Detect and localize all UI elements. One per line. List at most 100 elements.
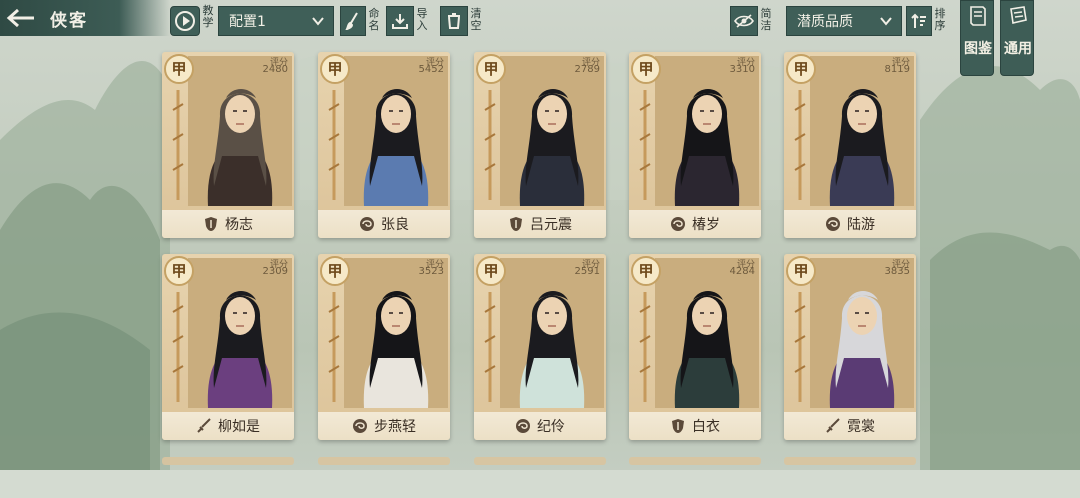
swirl-icon bbox=[516, 419, 530, 433]
next-row-peek bbox=[318, 457, 450, 465]
general-label: 通用 bbox=[1004, 41, 1032, 57]
name-bar: 张良 bbox=[318, 210, 450, 238]
rank-badge: 甲 bbox=[786, 54, 816, 84]
character-portrait bbox=[810, 56, 914, 206]
clear-label: 清空 bbox=[470, 7, 482, 32]
sort-button[interactable] bbox=[906, 6, 932, 36]
name-bar: 杨志 bbox=[162, 210, 294, 238]
general-button[interactable]: 通用 bbox=[1000, 0, 1034, 76]
character-card[interactable]: 甲 评分 3310 椿岁 bbox=[629, 52, 761, 238]
top-bar: 侠客 教学 配置1 命名 导入 清空 简洁 潜质品质 排序 图鉴 通用 bbox=[0, 0, 1080, 76]
character-name: 步燕轻 bbox=[374, 419, 416, 435]
score-value: 4284 bbox=[729, 266, 755, 277]
level-stripe bbox=[639, 292, 651, 402]
simple-label: 简洁 bbox=[760, 7, 772, 32]
next-row-peek bbox=[162, 457, 294, 465]
level-stripe bbox=[794, 292, 806, 402]
download-icon bbox=[392, 14, 408, 29]
character-portrait bbox=[655, 56, 759, 206]
level-stripe bbox=[484, 292, 496, 402]
score-value: 3835 bbox=[884, 266, 910, 277]
swirl-icon bbox=[671, 217, 685, 231]
rank-badge: 甲 bbox=[320, 54, 350, 84]
score-value: 2789 bbox=[574, 64, 600, 75]
quality-value: 潜质品质 bbox=[797, 14, 853, 30]
sword-icon bbox=[826, 418, 840, 433]
name-bar: 陆游 bbox=[784, 210, 916, 238]
character-portrait bbox=[344, 258, 448, 408]
score-value: 2591 bbox=[574, 266, 600, 277]
chevron-down-icon bbox=[312, 17, 324, 26]
book-icon bbox=[970, 6, 986, 26]
character-name: 杨志 bbox=[225, 217, 253, 233]
import-label: 导入 bbox=[416, 7, 428, 32]
shield-icon bbox=[205, 217, 217, 231]
next-row-peek bbox=[629, 457, 761, 465]
config-select[interactable]: 配置1 bbox=[218, 6, 334, 36]
level-stripe bbox=[639, 90, 651, 200]
play-icon bbox=[175, 11, 195, 31]
scroll-icon bbox=[1010, 6, 1027, 24]
eye-off-icon bbox=[734, 14, 754, 28]
sort-label: 排序 bbox=[934, 7, 946, 32]
rank-badge: 甲 bbox=[631, 256, 661, 286]
character-card[interactable]: 甲 评分 5452 张良 bbox=[318, 52, 450, 238]
back-arrow-icon bbox=[0, 3, 42, 33]
score-value: 8119 bbox=[884, 64, 910, 75]
name-bar: 步燕轻 bbox=[318, 412, 450, 440]
character-card[interactable]: 甲 评分 2591 纪伶 bbox=[474, 254, 606, 440]
simple-view-button[interactable] bbox=[730, 6, 758, 36]
level-stripe bbox=[172, 292, 184, 402]
score-value: 3310 bbox=[729, 64, 755, 75]
character-name: 柳如是 bbox=[218, 419, 260, 435]
swirl-icon bbox=[360, 217, 374, 231]
back-button[interactable]: 侠客 bbox=[0, 0, 170, 36]
name-bar: 纪伶 bbox=[474, 412, 606, 440]
gallery-button[interactable]: 图鉴 bbox=[960, 0, 994, 76]
character-card[interactable]: 甲 评分 2789 吕元震 bbox=[474, 52, 606, 238]
trash-icon bbox=[448, 13, 460, 29]
rank-badge: 甲 bbox=[631, 54, 661, 84]
character-card[interactable]: 甲 评分 8119 陆游 bbox=[784, 52, 916, 238]
level-stripe bbox=[794, 90, 806, 200]
rank-badge: 甲 bbox=[786, 256, 816, 286]
rank-badge: 甲 bbox=[164, 256, 194, 286]
tutorial-button[interactable] bbox=[170, 6, 200, 36]
quality-select[interactable]: 潜质品质 bbox=[786, 6, 902, 36]
rank-badge: 甲 bbox=[164, 54, 194, 84]
swirl-icon bbox=[826, 217, 840, 231]
level-stripe bbox=[484, 90, 496, 200]
character-card[interactable]: 甲 评分 3835 霓裳 bbox=[784, 254, 916, 440]
character-name: 吕元震 bbox=[530, 217, 572, 233]
score-value: 3523 bbox=[418, 266, 444, 277]
name-bar: 吕元震 bbox=[474, 210, 606, 238]
rank-badge: 甲 bbox=[320, 256, 350, 286]
tutorial-label: 教学 bbox=[202, 4, 214, 29]
rank-badge: 甲 bbox=[476, 256, 506, 286]
gallery-label: 图鉴 bbox=[964, 41, 992, 57]
character-card[interactable]: 甲 评分 4284 白衣 bbox=[629, 254, 761, 440]
brush-icon bbox=[345, 12, 358, 30]
rename-button[interactable] bbox=[340, 6, 366, 36]
score-value: 2480 bbox=[262, 64, 288, 75]
character-card[interactable]: 甲 评分 3523 步燕轻 bbox=[318, 254, 450, 440]
clear-button[interactable] bbox=[440, 6, 468, 36]
shield-icon bbox=[672, 419, 684, 433]
import-button[interactable] bbox=[386, 6, 414, 36]
chevron-down-icon bbox=[880, 17, 892, 26]
character-card[interactable]: 甲 评分 2309 柳如是 bbox=[162, 254, 294, 440]
next-row-peek bbox=[784, 457, 916, 465]
character-portrait bbox=[188, 258, 292, 408]
level-stripe bbox=[172, 90, 184, 200]
rename-label: 命名 bbox=[368, 7, 380, 32]
character-name: 霓裳 bbox=[847, 419, 875, 435]
name-bar: 柳如是 bbox=[162, 412, 294, 440]
character-portrait bbox=[188, 56, 292, 206]
sort-icon bbox=[911, 13, 926, 28]
character-card[interactable]: 甲 评分 2480 杨志 bbox=[162, 52, 294, 238]
character-name: 白衣 bbox=[692, 419, 720, 435]
character-portrait bbox=[500, 56, 604, 206]
name-bar: 椿岁 bbox=[629, 210, 761, 238]
swirl-icon bbox=[353, 419, 367, 433]
character-portrait bbox=[810, 258, 914, 408]
